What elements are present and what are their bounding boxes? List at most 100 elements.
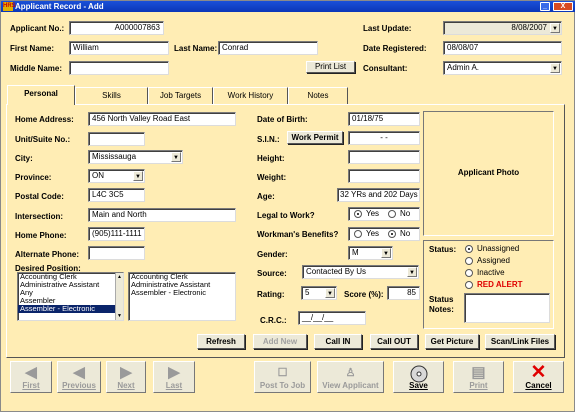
legal-no-radio[interactable] — [388, 210, 396, 218]
benefits-no-radio[interactable] — [388, 230, 396, 238]
view-applicant-button[interactable]: ♙ View Applicant — [317, 361, 384, 393]
last-label: Last — [165, 381, 183, 390]
crc-label: C.R.C.: — [260, 316, 287, 325]
gender-select[interactable]: M ▼ — [348, 246, 393, 260]
date-registered-field[interactable]: 08/08/07 — [443, 41, 562, 55]
score-field[interactable]: 85 — [387, 286, 420, 300]
last-name-field[interactable]: Conrad — [218, 41, 318, 55]
save-button[interactable]: Save — [393, 361, 444, 393]
previous-label: Previous — [62, 381, 96, 390]
save-label: Save — [409, 381, 428, 390]
age-field: 32 YRs and 202 Days — [337, 188, 420, 202]
refresh-button[interactable]: Refresh — [197, 334, 245, 349]
list-item[interactable]: Assembler - Electronic — [129, 289, 235, 297]
scroll-up-icon[interactable]: ▲ — [116, 273, 123, 281]
status-unassigned-label: Unassigned — [477, 244, 520, 253]
title-bar: HRS Applicant Record - Add _ X — [1, 1, 575, 12]
applicant-no-field[interactable]: A000007863 — [69, 21, 164, 35]
last-name-label: Last Name: — [174, 44, 218, 53]
status-unassigned-radio[interactable] — [465, 245, 473, 253]
legal-to-work-group: Yes No — [348, 207, 420, 221]
weight-field[interactable] — [348, 169, 420, 183]
tab-job-targets[interactable]: Job Targets — [148, 87, 213, 104]
first-name-field[interactable]: William — [69, 41, 169, 55]
benefits-yes-radio[interactable] — [354, 230, 362, 238]
post-to-job-button[interactable]: ☐ Post To Job — [254, 361, 311, 393]
first-button[interactable]: ◀ First — [10, 361, 52, 393]
last-button[interactable]: ▶ Last — [153, 361, 195, 393]
tab-work-history[interactable]: Work History — [213, 87, 288, 104]
first-label: First — [22, 381, 40, 390]
work-permit-button[interactable]: Work Permit — [287, 131, 343, 144]
middle-name-field[interactable] — [69, 61, 169, 75]
intersection-field[interactable]: Main and North — [88, 208, 236, 222]
chevron-down-icon[interactable]: ▼ — [407, 267, 417, 277]
status-notes-field[interactable] — [464, 293, 550, 323]
unit-field[interactable] — [88, 132, 145, 146]
get-picture-button[interactable]: Get Picture — [425, 334, 479, 349]
status-inactive-radio[interactable] — [465, 269, 473, 277]
sin-field[interactable]: - - — [348, 131, 420, 145]
tab-personal[interactable]: Personal — [7, 85, 75, 105]
selected-positions-list[interactable]: Accounting Clerk Administrative Assistan… — [128, 272, 236, 321]
print-button[interactable]: ▤ Print — [453, 361, 504, 393]
chevron-down-icon[interactable]: ▼ — [550, 63, 560, 73]
legal-yes-radio[interactable] — [354, 210, 362, 218]
post-to-job-label: Post To Job — [259, 381, 306, 390]
sin-label: S.I.N.: — [257, 135, 280, 144]
tab-skills[interactable]: Skills — [75, 87, 148, 104]
rating-select[interactable]: 5 ▼ — [301, 286, 337, 300]
previous-button[interactable]: ◀ Previous — [57, 361, 101, 393]
city-select[interactable]: Mississauga ▼ — [88, 150, 183, 164]
source-select[interactable]: Contacted By Us ▼ — [302, 265, 419, 279]
list-item[interactable]: Assembler - Electronic — [18, 305, 123, 313]
chevron-down-icon[interactable]: ▼ — [171, 152, 181, 162]
minimize-button[interactable]: _ — [540, 2, 550, 11]
home-phone-label: Home Phone: — [15, 231, 67, 240]
home-phone-field[interactable]: (905)111-1111 — [88, 227, 145, 241]
scan-link-files-button[interactable]: Scan/Link Files — [485, 334, 555, 349]
call-out-button[interactable]: Call OUT — [370, 334, 418, 349]
home-address-field[interactable]: 456 North Valley Road East — [88, 112, 236, 126]
intersection-label: Intersection: — [15, 212, 64, 221]
chevron-down-icon[interactable]: ▼ — [550, 23, 560, 33]
view-applicant-label: View Applicant — [322, 381, 379, 390]
postal-code-field[interactable]: L4C 3C5 — [88, 188, 145, 202]
cancel-button[interactable]: ✕ Cancel — [513, 361, 564, 393]
print-label: Print — [469, 381, 488, 390]
list-item[interactable]: Administrative Assistant — [18, 281, 123, 289]
chevron-down-icon[interactable]: ▼ — [325, 288, 335, 298]
tab-notes[interactable]: Notes — [288, 87, 348, 104]
add-new-button[interactable]: Add New — [253, 334, 307, 349]
close-button[interactable]: X — [553, 2, 573, 11]
province-select[interactable]: ON ▼ — [88, 169, 145, 183]
province-label: Province: — [15, 173, 52, 182]
source-value: Contacted By Us — [306, 267, 367, 276]
benefits-yes-label: Yes — [366, 229, 380, 238]
desired-position-list[interactable]: Accounting Clerk Administrative Assistan… — [17, 272, 124, 321]
benefits-no-label: No — [400, 229, 411, 238]
city-label: City: — [15, 154, 33, 163]
chevron-down-icon[interactable]: ▼ — [133, 171, 143, 181]
crc-field[interactable]: __/__/__ — [298, 311, 366, 325]
dob-field[interactable]: 01/18/75 — [348, 112, 420, 126]
status-red-alert-radio[interactable] — [465, 281, 473, 289]
call-in-button[interactable]: Call IN — [314, 334, 362, 349]
list-scrollbar[interactable]: ▲ ▼ — [115, 273, 123, 320]
print-list-button[interactable]: Print List — [306, 61, 355, 73]
cancel-label: Cancel — [525, 381, 552, 390]
next-button[interactable]: ▶ Next — [106, 361, 146, 393]
consultant-select[interactable]: Admin A. ▼ — [443, 61, 562, 75]
alternate-phone-field[interactable] — [88, 246, 145, 260]
chevron-down-icon[interactable]: ▼ — [381, 248, 391, 258]
window-title: Applicant Record - Add — [15, 2, 104, 11]
applicant-photo-box[interactable]: Applicant Photo — [423, 111, 554, 236]
status-box: Status: Unassigned Assigned Inactive RED… — [423, 240, 554, 329]
app-icon: HRS — [3, 2, 16, 11]
printer-icon: ▤ — [471, 364, 486, 381]
status-assigned-radio[interactable] — [465, 257, 473, 265]
consultant-label: Consultant: — [363, 64, 408, 73]
scroll-down-icon[interactable]: ▼ — [116, 312, 123, 320]
status-assigned-label: Assigned — [477, 256, 510, 265]
height-field[interactable] — [348, 150, 420, 164]
